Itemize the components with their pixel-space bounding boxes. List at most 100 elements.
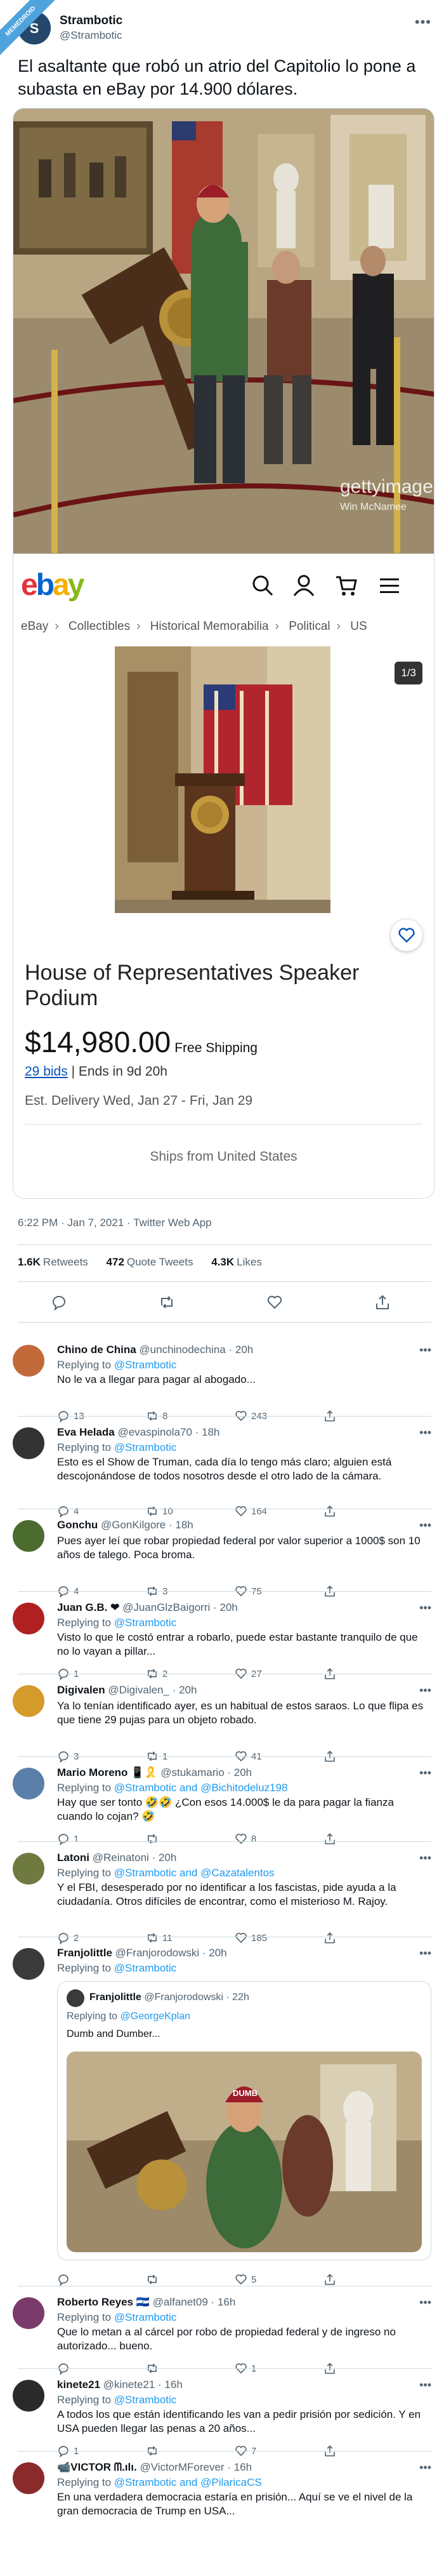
- reply-avatar[interactable]: [13, 2297, 44, 2329]
- page: MEMEDROID S Strambotic @Strambotic ••• E…: [0, 0, 444, 2576]
- likes-stat[interactable]: 4.3K Likes: [211, 1256, 262, 1268]
- quote-author: Franjolittle @Franjorodowski · 22h: [89, 1992, 249, 2003]
- reply-author[interactable]: Juan G.B. ❤ @JuanGlzBaigorri · 20h: [57, 1601, 238, 1614]
- reply-author[interactable]: Eva Helada @evaspinola70 · 18h: [57, 1426, 219, 1439]
- auction-end: | Ends in 9d 20h: [71, 1064, 167, 1079]
- quote-text: Dumb and Dumber...: [67, 2029, 160, 2039]
- share-icon[interactable]: [374, 1294, 391, 1311]
- retweet-stat[interactable]: 1.6K Retweets: [18, 1256, 88, 1268]
- shipping-label: Free Shipping: [174, 1041, 258, 1055]
- reply-text: Hay que ser tonto 🤣🤣 ¿Con esos 14.000$ l…: [57, 1796, 394, 1822]
- reply-avatar[interactable]: [13, 2462, 44, 2494]
- reply-icon[interactable]: [51, 1294, 67, 1311]
- reply-avatar[interactable]: [13, 1603, 44, 1634]
- price-value: $14,980.00: [25, 1025, 171, 1058]
- retweet-icon[interactable]: [159, 1294, 175, 1311]
- more-options-icon[interactable]: •••: [419, 2296, 431, 2309]
- quote-replying-to: Replying to @GeorgeKplan: [67, 2011, 191, 2022]
- reply-text: Esto es el Show de Truman, cada día lo t…: [57, 1456, 392, 1482]
- replying-to: Replying to @Strambotic: [57, 2311, 177, 2323]
- reply-avatar[interactable]: [13, 1520, 44, 1552]
- breadcrumb-item[interactable]: Historical Memorabilia: [150, 620, 269, 633]
- more-options-icon[interactable]: •••: [419, 1947, 431, 1960]
- reply-avatar[interactable]: [13, 1948, 44, 1980]
- more-options-icon[interactable]: •••: [415, 14, 431, 30]
- hat-text: DUMB: [233, 2088, 258, 2098]
- tweet-photo[interactable]: gettyimages Win McNamee: [13, 108, 434, 554]
- more-options-icon[interactable]: •••: [419, 1601, 431, 1615]
- ebay-logo[interactable]: ebay: [21, 568, 84, 603]
- more-options-icon[interactable]: •••: [419, 1426, 431, 1439]
- gallery-counter: 1/3: [395, 662, 422, 684]
- reply-text: Y el FBI, desesperado por no identificar…: [57, 1881, 396, 1907]
- reply-actions: 5: [57, 2273, 412, 2286]
- watch-heart-icon[interactable]: [391, 919, 422, 951]
- quote-photo[interactable]: DUMB: [67, 2052, 422, 2252]
- more-options-icon[interactable]: •••: [419, 2379, 431, 2392]
- more-options-icon[interactable]: •••: [419, 1684, 431, 1697]
- divider: [18, 1416, 431, 1417]
- reply-avatar[interactable]: [13, 1853, 44, 1885]
- replying-to: Replying to @Strambotic and @PilaricaCS: [57, 2476, 262, 2488]
- bids-link[interactable]: 29 bids: [25, 1064, 68, 1079]
- divider: [18, 2451, 431, 2452]
- author-handle[interactable]: @Strambotic: [60, 29, 122, 42]
- reply-avatar[interactable]: [13, 1768, 44, 1799]
- tweet-timestamp[interactable]: 6:22 PM · Jan 7, 2021 · Twitter Web App: [18, 1217, 212, 1229]
- more-options-icon[interactable]: •••: [419, 1519, 431, 1532]
- cart-icon[interactable]: [335, 574, 358, 597]
- reply-actions: 18: [57, 1832, 412, 1845]
- breadcrumb-item[interactable]: eBay: [21, 620, 48, 633]
- quote-stat[interactable]: 472 Quote Tweets: [107, 1256, 193, 1268]
- breadcrumb: eBay › Collectibles › Historical Memorabil…: [21, 620, 367, 633]
- bids-info: 29 bids | Ends in 9d 20h: [25, 1064, 167, 1079]
- like-icon[interactable]: [266, 1294, 283, 1311]
- more-options-icon[interactable]: •••: [419, 1852, 431, 1865]
- reply-avatar[interactable]: [13, 1345, 44, 1377]
- ebay-screenshot: ebay eBay › Collectibles › Historical Memo…: [13, 554, 434, 1199]
- menu-icon[interactable]: [378, 574, 401, 597]
- tweet-stats: 1.6K Retweets 472 Quote Tweets 4.3K Likes: [18, 1256, 277, 1269]
- reply-text: No le va a llegar para pagar al abogado.…: [57, 1373, 256, 1385]
- reply-author[interactable]: 📹VICTOR ᗰ.ılı. @VictorMForever · 16h: [57, 2461, 252, 2474]
- reply-author[interactable]: Franjolittle @Franjorodowski · 20h: [57, 1947, 227, 1959]
- user-icon[interactable]: [292, 574, 315, 597]
- reply-author[interactable]: Gonchu @GonKilgore · 18h: [57, 1519, 193, 1532]
- divider: [18, 1841, 431, 1842]
- reply-author[interactable]: Digivalen @Digivalen_ · 20h: [57, 1684, 197, 1697]
- replying-to: Replying to @Strambotic: [57, 1617, 177, 1629]
- replying-to: Replying to @Strambotic: [57, 1359, 177, 1371]
- delivery-estimate: Est. Delivery Wed, Jan 27 - Fri, Jan 29: [25, 1093, 253, 1108]
- divider: [18, 1281, 431, 1282]
- reply-author[interactable]: Mario Moreno 📱🎗️ @stukamario · 20h: [57, 1766, 252, 1779]
- reply-author[interactable]: Chino de China @unchinodechina · 20h: [57, 1344, 253, 1356]
- quote-avatar: [67, 1989, 84, 2007]
- reply-text: En una verdadera democracia estaría en p…: [57, 2491, 413, 2517]
- tweet-text: El asaltante que robó un atrio del Capit…: [18, 57, 416, 98]
- product-image[interactable]: [115, 646, 330, 913]
- divider: [18, 2368, 431, 2369]
- author-name[interactable]: Strambotic: [60, 14, 122, 28]
- tweet-actions: [51, 1294, 393, 1312]
- divider: [18, 1591, 431, 1592]
- reply-text: Que lo metan a al cárcel por robo de pro…: [57, 2326, 396, 2352]
- more-options-icon[interactable]: •••: [419, 2461, 431, 2474]
- replying-to: Replying to @Strambotic and @Cazatalento…: [57, 1867, 275, 1879]
- replying-to: Replying to @Strambotic and @Bichitodelu…: [57, 1782, 288, 1794]
- reply-author[interactable]: kinete21 @kinete21 · 16h: [57, 2379, 183, 2391]
- more-options-icon[interactable]: •••: [419, 1766, 431, 1780]
- breadcrumb-item[interactable]: Collectibles: [69, 620, 130, 633]
- reply-author[interactable]: Roberto Reyes 🇸🇻 @alfanet09 · 16h: [57, 2296, 235, 2309]
- reply-actions: 4 10 164: [57, 1505, 412, 1518]
- quoted-tweet[interactable]: Franjolittle @Franjorodowski · 22h Reply…: [57, 1981, 431, 2260]
- search-icon[interactable]: [251, 574, 274, 597]
- breadcrumb-item[interactable]: US: [350, 620, 367, 633]
- reply-text: Pues ayer leí que robar propiedad federa…: [57, 1535, 421, 1561]
- more-options-icon[interactable]: •••: [419, 1344, 431, 1357]
- reply-actions: 2 11 185: [57, 1932, 412, 1944]
- reply-avatar[interactable]: [13, 1427, 44, 1459]
- reply-avatar[interactable]: [13, 2380, 44, 2412]
- breadcrumb-item[interactable]: Political: [289, 620, 330, 633]
- reply-avatar[interactable]: [13, 1685, 44, 1717]
- reply-author[interactable]: Latoni @Reinatoni · 20h: [57, 1852, 176, 1864]
